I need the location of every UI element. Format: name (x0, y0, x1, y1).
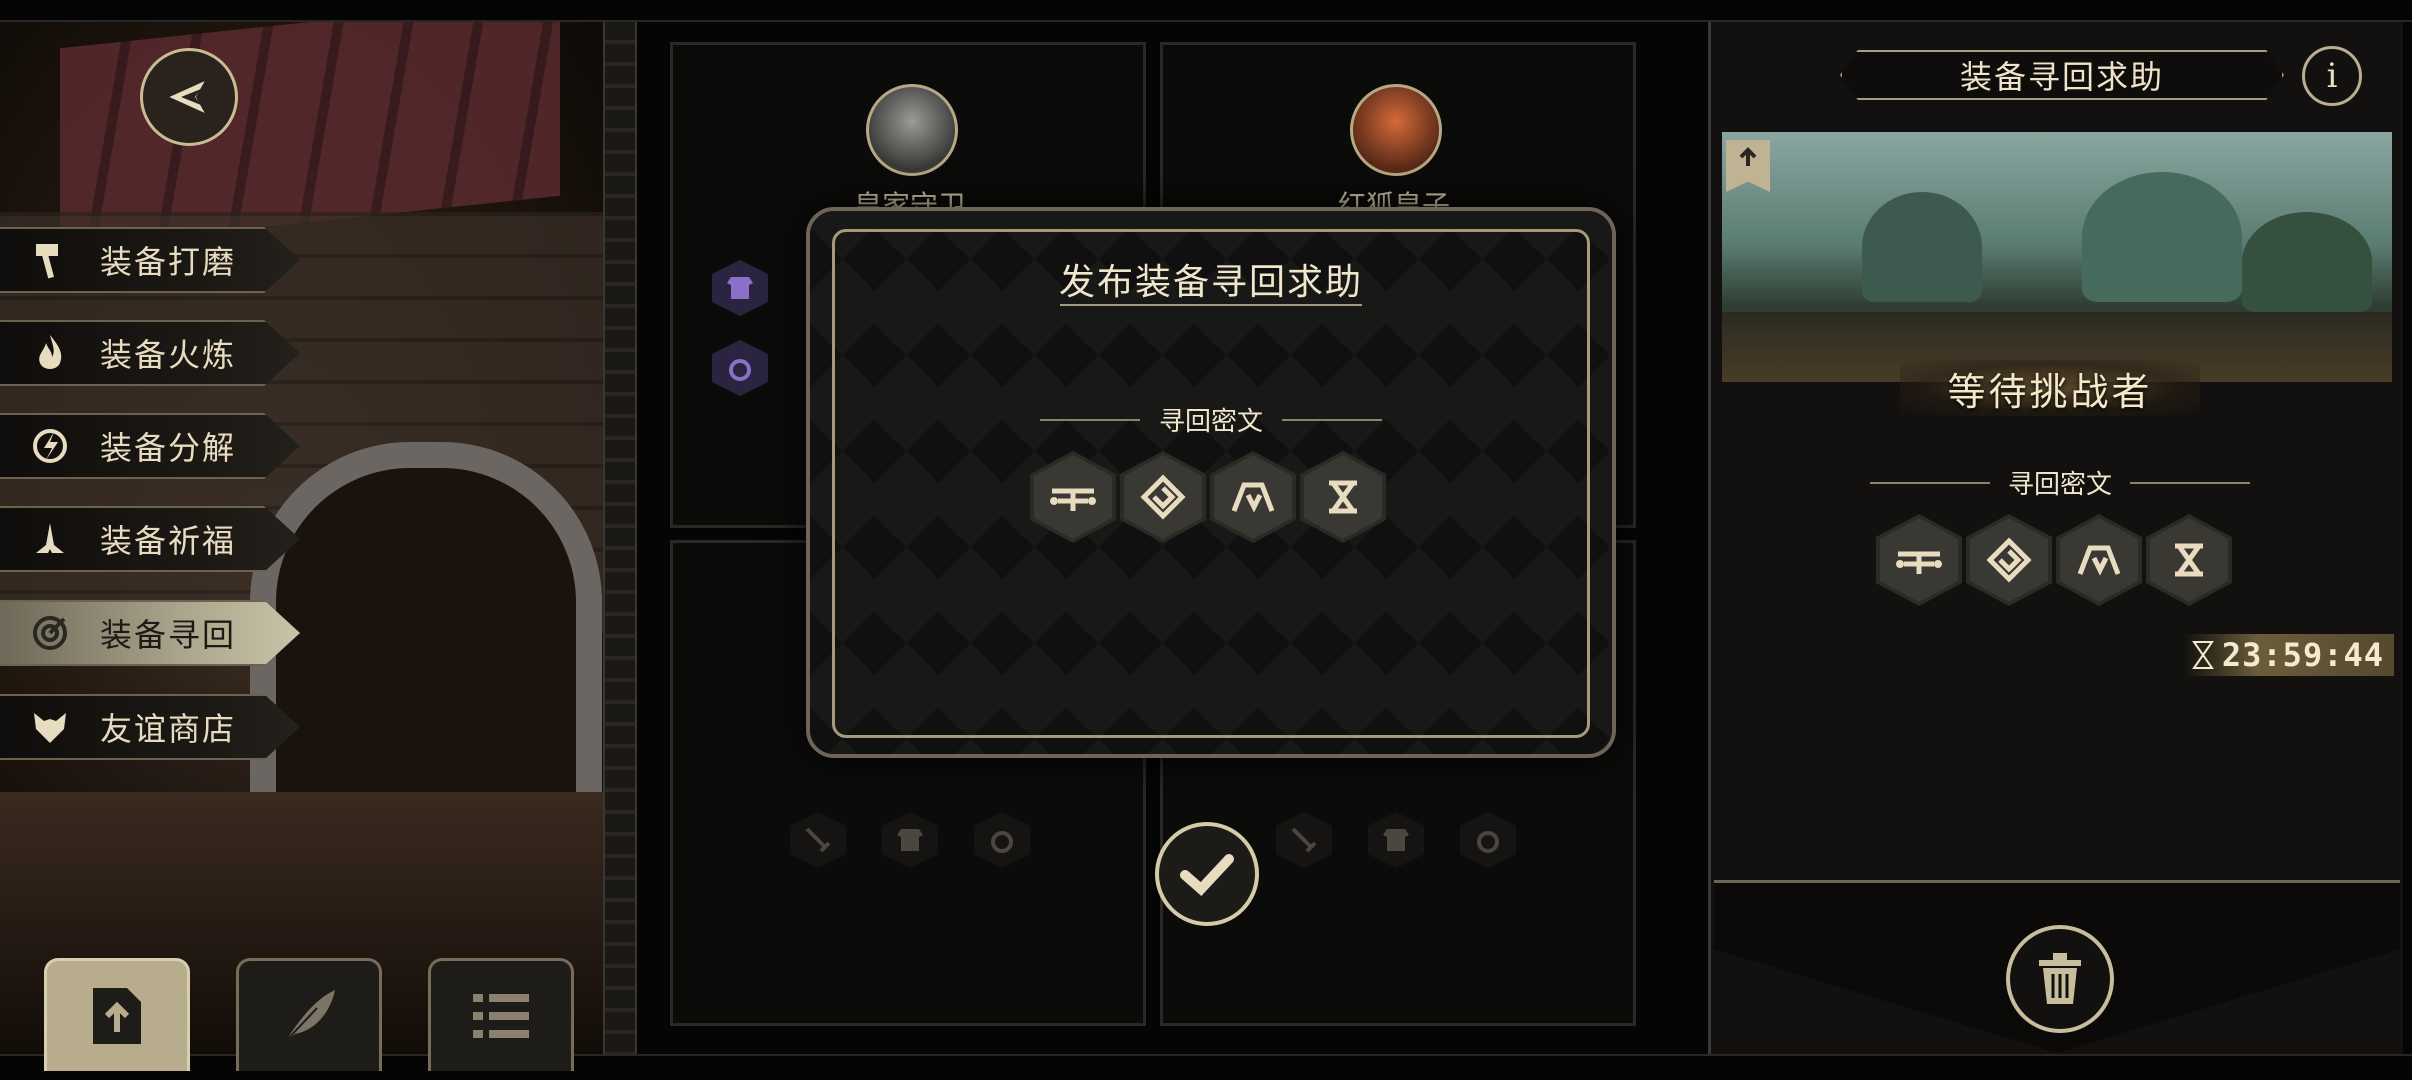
checkmark-icon (1180, 854, 1234, 896)
list-icon (473, 994, 529, 1038)
divider (1040, 419, 1140, 421)
divider (1870, 482, 1990, 484)
sword-icon (1291, 827, 1317, 853)
menu-item-label: 装备打磨 (100, 243, 237, 281)
red-fox-avatar[interactable] (1350, 84, 1442, 176)
menu-item-friendship-shop[interactable]: 友谊商店 (0, 694, 300, 760)
praying-hands-icon (30, 519, 70, 559)
rune-2-icon (1986, 537, 2032, 583)
rune-3-icon (2077, 545, 2121, 576)
divider (1282, 419, 1382, 421)
rune-4-icon (2175, 543, 2203, 577)
feather-icon (284, 990, 335, 1043)
divider (2130, 482, 2250, 484)
status-text: 等待挑战者 (1947, 369, 2153, 414)
delete-button[interactable] (2006, 925, 2114, 1033)
knight-avatar[interactable] (866, 84, 958, 176)
menu-item-label: 友谊商店 (100, 710, 237, 748)
back-button[interactable] (140, 48, 238, 146)
fox-icon (30, 707, 70, 747)
armor-icon (1383, 829, 1409, 851)
rune-1-icon (1050, 488, 1096, 511)
info-button[interactable]: i (2302, 46, 2362, 106)
menu-item-refine[interactable]: 装备火炼 (0, 320, 300, 386)
hourglass-icon (2191, 641, 2214, 669)
ring-icon (729, 359, 751, 381)
timer-text: 23:59:44 (2221, 636, 2384, 674)
feather-tab-button[interactable] (236, 958, 382, 1071)
upload-document-icon (93, 988, 141, 1044)
publish-tab-button[interactable] (44, 958, 190, 1071)
ring-icon (991, 831, 1013, 853)
cipher-label: 寻回密文 (1158, 407, 1263, 437)
hammer-icon (30, 240, 70, 280)
menu-item-label: 装备寻回 (100, 616, 237, 654)
panel-divider (603, 22, 637, 1054)
menu-item-polish[interactable]: 装备打磨 (0, 227, 300, 293)
publish-dialog: 发布装备寻回求助 寻回密文 (806, 207, 1616, 758)
menu-item-bless[interactable]: 装备祈福 (0, 506, 300, 572)
decompose-icon (30, 426, 70, 466)
flame-icon (30, 333, 70, 373)
tree-silhouette (2082, 172, 2242, 302)
rune-2-icon (1140, 474, 1186, 520)
countdown-timer: 23:59:44 (2184, 634, 2394, 676)
ring-icon (1477, 831, 1499, 853)
menu-item-label: 装备祈福 (100, 522, 237, 560)
status-banner: 等待挑战者 (1900, 360, 2200, 416)
info-icon: i (2326, 56, 2338, 96)
armor-icon (727, 277, 753, 299)
list-tab-button[interactable] (428, 958, 574, 1071)
dialog-title: 发布装备寻回求助 (1058, 262, 1363, 303)
armor-icon (897, 829, 923, 851)
tree-silhouette (2242, 212, 2372, 312)
target-icon (30, 613, 70, 653)
cipher-label: 寻回密文 (2007, 470, 2112, 500)
menu-item-label: 装备火炼 (100, 336, 237, 374)
panel-title: 装备寻回求助 (1959, 58, 2164, 96)
rune-4-icon (1329, 480, 1357, 514)
menu-item-retrieve[interactable]: 装备寻回 (0, 600, 300, 666)
panel-title-box: 装备寻回求助 (1840, 50, 2284, 100)
arrow-up-icon (1739, 147, 1757, 166)
divider (1060, 304, 1362, 306)
menu-item-label: 装备分解 (100, 429, 237, 467)
tree-silhouette (1862, 192, 1982, 302)
menu-item-decompose[interactable]: 装备分解 (0, 413, 300, 479)
rune-1-icon (1896, 551, 1942, 574)
sword-icon (805, 827, 831, 853)
back-arrow-icon (164, 76, 210, 118)
rune-3-icon (1231, 482, 1275, 513)
trash-icon (2039, 953, 2081, 1004)
confirm-button[interactable] (1155, 822, 1259, 926)
battlefield-image (1722, 132, 2392, 382)
